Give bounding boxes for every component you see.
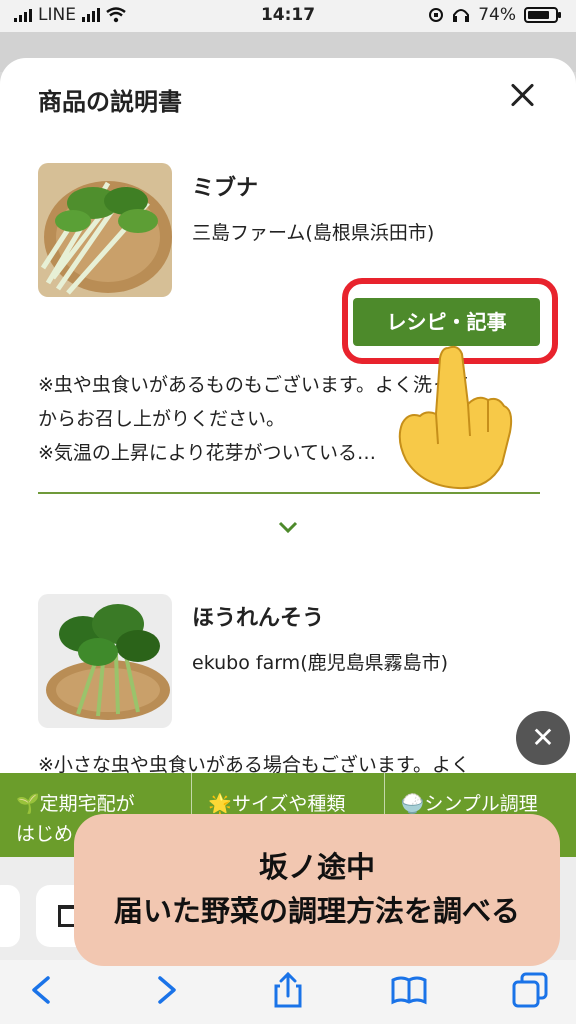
product-name: ほうれんそう [192, 606, 325, 631]
tab-thumbnail[interactable] [0, 885, 20, 947]
forward-icon[interactable] [146, 970, 186, 1010]
product-farm: 三島ファーム(島根県浜田市) [192, 222, 435, 244]
share-icon[interactable] [268, 970, 308, 1010]
product-description-sheet: 商品の説明書 ミブナ 三島ファーム(島根県浜田市) レシピ・記事 ※虫や虫食いが… [0, 58, 576, 878]
back-icon[interactable] [22, 970, 62, 1010]
product-name: ミブナ [192, 176, 259, 201]
divider [38, 492, 540, 494]
close-icon[interactable] [506, 80, 538, 112]
status-bar: LINE 14:17 74% [0, 0, 576, 32]
bookmarks-icon[interactable] [389, 970, 429, 1010]
orientation-lock-icon [429, 8, 444, 22]
caption-line: 坂ノ途中 [258, 850, 375, 884]
pointing-hand-icon [398, 345, 513, 490]
tabs-icon[interactable] [510, 970, 550, 1010]
floating-close-button[interactable]: ✕ [516, 711, 570, 765]
product-farm: ekubo farm(鹿児島県霧島市) [192, 652, 449, 674]
status-right: 74% [428, 5, 561, 25]
recipe-article-button[interactable]: レシピ・記事 [353, 298, 540, 346]
product-image-spinach [38, 594, 172, 728]
caption-overlay: 坂ノ途中 届いた野菜の調理方法を調べる [74, 814, 560, 966]
battery-percent: 74% [478, 5, 516, 25]
browser-toolbar [0, 960, 576, 1024]
headphones-icon [453, 9, 470, 22]
sheet-title: 商品の説明書 [38, 88, 182, 116]
caption-line: 届いた野菜の調理方法を調べる [113, 894, 520, 928]
product-image-mibuna [38, 163, 172, 297]
battery-icon [524, 7, 561, 23]
chevron-down-icon[interactable] [277, 516, 299, 538]
